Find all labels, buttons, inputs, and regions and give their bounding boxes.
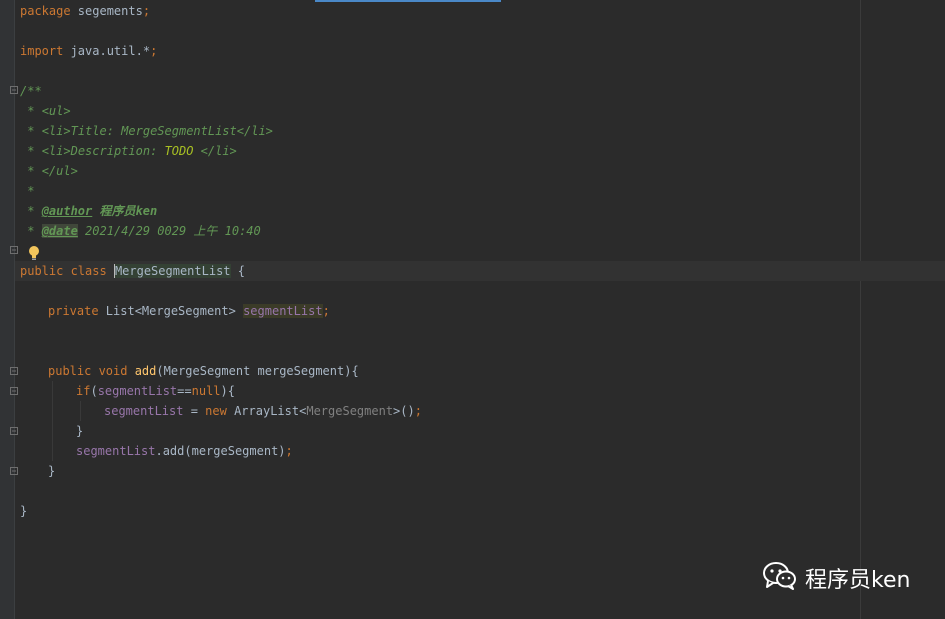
- todo-marker: TODO: [164, 144, 194, 158]
- brace: }: [76, 424, 84, 438]
- wechat-icon: [763, 561, 797, 595]
- doc-html-tag: <ul>: [41, 104, 71, 118]
- doc-prefix: *: [20, 124, 42, 138]
- doc-description-text: Description:: [70, 144, 165, 158]
- fold-marker-icon[interactable]: [10, 367, 18, 375]
- brace: }: [20, 504, 28, 518]
- code-line-method-declaration[interactable]: public void add(MergeSegment mergeSegmen…: [48, 361, 359, 381]
- semicolon: ;: [414, 404, 422, 418]
- doc-prefix: *: [20, 204, 42, 218]
- code-line-package[interactable]: package segements;: [20, 1, 150, 21]
- code-line-class-declaration[interactable]: public class MergeSegmentList {: [20, 261, 245, 281]
- field-reference: segmentList: [97, 384, 178, 398]
- fold-marker-icon[interactable]: [10, 467, 18, 475]
- import-keyword: import: [20, 44, 64, 58]
- operator: ==: [177, 384, 192, 398]
- doc-date-tag: @date: [41, 224, 78, 238]
- semicolon: ;: [322, 304, 330, 318]
- class-name[interactable]: MergeSegmentList: [113, 264, 231, 278]
- field-reference: segmentList: [104, 404, 184, 418]
- package-keyword: package: [20, 4, 71, 18]
- generic-type: MergeSegment: [306, 404, 394, 418]
- import-path: java.util.*: [63, 44, 151, 58]
- method-params: (MergeSegment mergeSegment){: [156, 364, 359, 378]
- brace: {: [230, 264, 245, 278]
- constructor-call: >(): [393, 404, 415, 418]
- watermark: 程序员ken: [763, 561, 911, 595]
- paren: ){: [220, 384, 235, 398]
- code-line-doc-date[interactable]: * @date 2021/4/29 0029 上午 10:40: [20, 221, 261, 241]
- code-line-import[interactable]: import java.util.*;: [20, 41, 157, 61]
- doc-html-tag: </li>: [200, 144, 237, 158]
- doc-title-text: Title: MergeSegmentList: [70, 124, 237, 138]
- method-name[interactable]: add: [135, 364, 157, 378]
- public-keyword: public: [20, 264, 64, 278]
- operator: =: [183, 404, 206, 418]
- paren: (: [90, 384, 98, 398]
- semicolon: ;: [142, 4, 151, 18]
- code-line-assignment[interactable]: segmentList = new ArrayList<MergeSegment…: [104, 401, 422, 421]
- package-name: segements: [70, 4, 143, 18]
- null-keyword: null: [191, 384, 221, 398]
- fold-marker-icon[interactable]: [10, 246, 18, 254]
- doc-prefix: *: [20, 104, 42, 118]
- lightbulb-icon[interactable]: [27, 245, 41, 261]
- class-keyword: class: [63, 264, 114, 278]
- doc-date-value: 2021/4/29 0029 上午 10:40: [77, 224, 261, 238]
- doc-author-value: 程序员ken: [92, 204, 158, 218]
- code-line-if[interactable]: if(segmentList==null){: [76, 381, 235, 401]
- semicolon: ;: [150, 44, 158, 58]
- field-type: List<MergeSegment>: [98, 304, 244, 318]
- code-line-class-close[interactable]: }: [20, 501, 27, 521]
- active-tab-indicator: [315, 0, 501, 2]
- if-keyword: if: [76, 384, 91, 398]
- code-editor[interactable]: package segements; import java.util.*; /…: [0, 0, 945, 619]
- field-name[interactable]: segmentList: [243, 304, 323, 318]
- field-reference: segmentList: [76, 444, 156, 458]
- fold-marker-icon[interactable]: [10, 387, 18, 395]
- code-line-add-call[interactable]: segmentList.add(mergeSegment);: [76, 441, 293, 461]
- type-name: ArrayList<: [226, 404, 307, 418]
- indent-guide: [52, 381, 53, 461]
- doc-html-tag: <li>: [41, 124, 71, 138]
- right-margin-guide: [860, 0, 861, 619]
- doc-author-tag: @author: [41, 204, 93, 218]
- doc-html-tag: </ul>: [41, 164, 78, 178]
- indent-guide: [80, 401, 81, 421]
- doc-prefix: *: [20, 224, 42, 238]
- semicolon: ;: [285, 444, 293, 458]
- code-line-field[interactable]: private List<MergeSegment> segmentList;: [48, 301, 330, 321]
- brace: }: [48, 464, 56, 478]
- doc-html-tag: </li>: [236, 124, 273, 138]
- code-line-doc-blank[interactable]: *: [20, 181, 34, 201]
- fold-marker-icon[interactable]: [10, 427, 18, 435]
- code-line-doc-title[interactable]: * <li>Title: MergeSegmentList</li>: [20, 121, 273, 141]
- doc-space: [193, 144, 200, 158]
- public-void-keyword: public void: [48, 364, 135, 378]
- doc-blank: *: [20, 184, 35, 198]
- doc-html-tag: <li>: [41, 144, 71, 158]
- watermark-text: 程序员ken: [805, 568, 911, 593]
- code-line-doc-ul-close[interactable]: * </ul>: [20, 161, 78, 181]
- code-line-doc-description[interactable]: * <li>Description: TODO </li>: [20, 141, 237, 161]
- new-keyword: new: [205, 404, 227, 418]
- code-line-method-close[interactable]: }: [48, 461, 55, 481]
- code-line-doc-open[interactable]: /**: [20, 81, 42, 101]
- code-line-doc-author[interactable]: * @author 程序员ken: [20, 201, 157, 221]
- doc-prefix: *: [20, 144, 42, 158]
- doc-prefix: *: [20, 164, 42, 178]
- doc-open: /**: [20, 84, 42, 98]
- private-keyword: private: [48, 304, 99, 318]
- code-line-if-close[interactable]: }: [76, 421, 83, 441]
- code-line-doc-ul-open[interactable]: * <ul>: [20, 101, 71, 121]
- method-call: .add(mergeSegment): [155, 444, 286, 458]
- fold-marker-icon[interactable]: [10, 86, 18, 94]
